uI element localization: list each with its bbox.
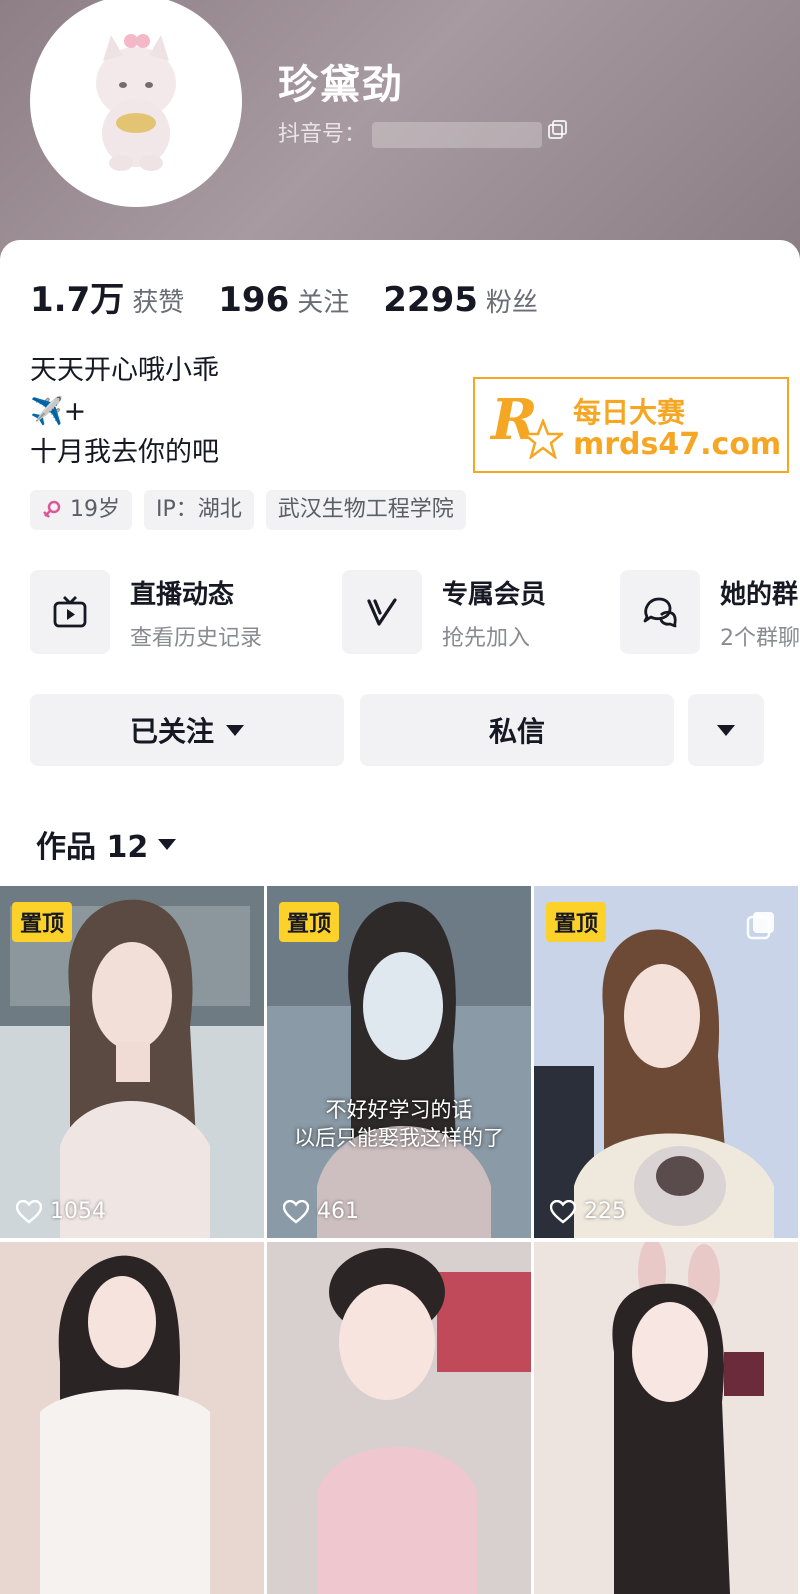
profile-header: 珍黛劲 抖音号： [0, 0, 800, 270]
feature-icon-box [620, 570, 700, 654]
caption-line: 以后只能娶我这样的了 [294, 1126, 504, 1150]
stat-value: 196 [218, 280, 290, 320]
stat-value: 1.7万 [30, 280, 125, 320]
feature-subtitle: 抢先加入 [442, 626, 531, 651]
avatar-cat-image [96, 34, 176, 171]
bio-line: ✈️+ [30, 396, 87, 427]
feature-icon-box [30, 570, 110, 654]
video-thumbnail-image [267, 1242, 531, 1594]
feature-subtitle: 2个群聊 [720, 626, 800, 651]
heart-icon [283, 1199, 309, 1224]
douyin-id-label: 抖音号： [278, 122, 367, 147]
multi-image-icon [746, 912, 774, 940]
like-count: 225 [550, 1199, 626, 1224]
feature-title: 直播动态 [130, 580, 235, 610]
chevron-down-icon [158, 838, 177, 850]
following-button[interactable]: 已关注 [30, 694, 344, 766]
video-thumb[interactable] [267, 1242, 531, 1594]
works-label: 作品 12 [36, 830, 149, 865]
age-text: 19岁 [70, 497, 120, 522]
feature-membership[interactable]: 专属会员 抢先加入 [342, 570, 622, 654]
ip-tag: IP：湖北 [144, 490, 254, 530]
chat-icon [643, 597, 677, 628]
like-count-text: 461 [317, 1199, 359, 1224]
video-thumb[interactable] [534, 1242, 798, 1594]
watermark-logo: R 每日大赛 mrds47.com [473, 377, 789, 473]
like-count-text: 1054 [50, 1199, 106, 1224]
douyin-id-value-redacted [372, 122, 543, 148]
pinned-badge: 置顶 [12, 902, 73, 942]
following-label: 已关注 [129, 715, 214, 748]
video-thumb[interactable] [0, 1242, 264, 1594]
message-label: 私信 [488, 715, 545, 748]
feature-row: 直播动态 查看历史记录 专属会员 抢先加入 她的群 2个群聊 [30, 570, 800, 654]
like-count-text: 225 [584, 1199, 626, 1224]
feature-live[interactable]: 直播动态 查看历史记录 [30, 570, 320, 654]
pinned-badge: 置顶 [546, 902, 607, 942]
bio-line: 天天开心哦小乖 [30, 355, 219, 386]
video-thumbnail-image [0, 1242, 264, 1594]
video-caption: 不好好学习的话 以后只能娶我这样的了 [267, 1096, 531, 1152]
feature-title: 专属会员 [442, 580, 547, 610]
star-icon [523, 419, 563, 459]
more-dropdown-button[interactable] [688, 694, 764, 766]
heart-icon [550, 1199, 576, 1224]
profile-name: 珍黛劲 [278, 62, 404, 108]
chevron-down-icon [226, 724, 244, 736]
chevron-down-icon [717, 724, 735, 736]
stats-row: 1.7万 获赞 196 关注 2295 粉丝 [30, 272, 538, 321]
feature-groups[interactable]: 她的群 2个群聊 [620, 570, 800, 654]
stat-label: 获赞 [132, 288, 185, 318]
female-icon [43, 500, 61, 518]
copy-icon[interactable] [548, 120, 568, 140]
feature-subtitle: 查看历史记录 [130, 626, 263, 651]
douyin-id: 抖音号： [278, 116, 543, 148]
stat-likes[interactable]: 1.7万 获赞 [30, 272, 184, 321]
caption-line: 不好好学习的话 [325, 1098, 473, 1122]
avatar[interactable] [30, 0, 242, 207]
school-tag[interactable]: 武汉生物工程学院 [265, 490, 466, 530]
stat-following[interactable]: 196 关注 [218, 280, 349, 320]
pinned-badge: 置顶 [279, 902, 340, 942]
stat-label: 关注 [297, 288, 350, 318]
stat-followers[interactable]: 2295 粉丝 [383, 280, 538, 320]
like-count: 1054 [16, 1199, 106, 1224]
age-tag: 19岁 [30, 490, 132, 530]
tv-icon [53, 596, 87, 628]
message-button[interactable]: 私信 [360, 694, 674, 766]
tab-works[interactable]: 作品 12 [36, 822, 177, 866]
profile-card: 1.7万 获赞 196 关注 2295 粉丝 天天开心哦小乖 ✈️+ 十月我去你的吧 … [0, 240, 800, 1594]
stat-value: 2295 [383, 280, 478, 320]
watermark-url: mrds47.com [573, 427, 782, 462]
tag-row: 19岁 IP：湖北 武汉生物工程学院 [30, 490, 466, 530]
stat-label: 粉丝 [485, 288, 538, 318]
feature-title: 她的群 [720, 580, 799, 610]
bio-line: 十月我去你的吧 [30, 437, 219, 468]
watermark-title: 每日大赛 [573, 396, 686, 429]
heart-icon [16, 1199, 42, 1224]
bio: 天天开心哦小乖 ✈️+ 十月我去你的吧 [30, 350, 219, 473]
video-thumb[interactable]: 置顶 不好好学习的话 以后只能娶我这样的了 461 [267, 886, 531, 1238]
video-thumbnail-image [534, 1242, 798, 1594]
v-icon [367, 598, 397, 626]
video-thumb[interactable]: 置顶 225 [534, 886, 798, 1238]
like-count: 461 [283, 1199, 359, 1224]
video-thumb[interactable]: 置顶 1054 [0, 886, 264, 1238]
feature-icon-box [342, 570, 422, 654]
